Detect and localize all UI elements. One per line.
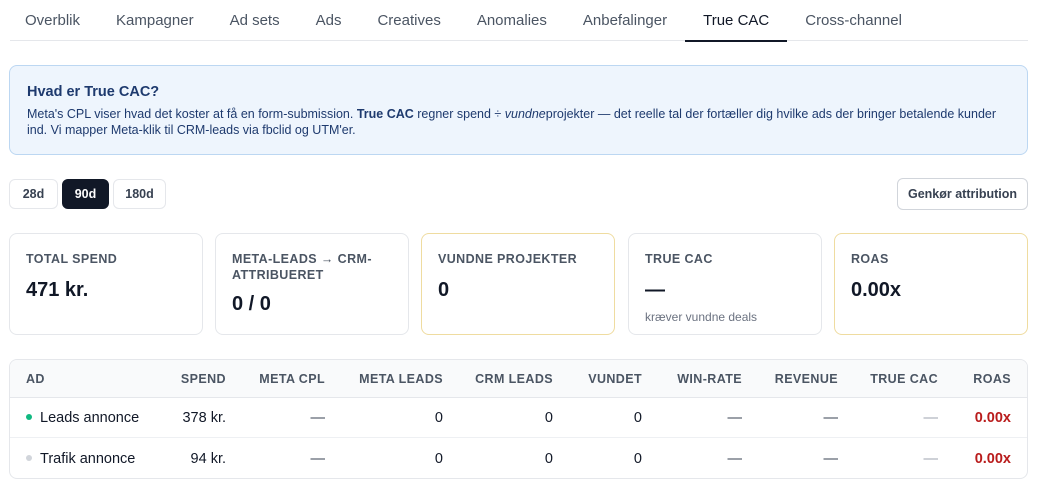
status-dot-icon — [26, 414, 32, 421]
vundet-cell: 0 — [633, 410, 642, 426]
tab-kampagner[interactable]: Kampagner — [98, 0, 212, 41]
column-header-meta-leads[interactable]: META LEADS — [359, 372, 443, 386]
range-selector: 28d 90d 180d — [9, 179, 166, 209]
card-value: — — [645, 279, 665, 301]
spend-cell: 94 kr. — [190, 451, 226, 467]
column-header-meta-cpl[interactable]: META CPL — [259, 372, 325, 386]
meta-leads-cell: 0 — [434, 451, 443, 467]
column-header-ad[interactable]: AD — [26, 372, 45, 386]
info-box: Hvad er True CAC? Meta's CPL viser hvad … — [9, 65, 1028, 155]
card-value: 471 kr. — [26, 279, 89, 301]
info-text-italic: vundne — [504, 107, 546, 121]
range-90d-button[interactable]: 90d — [62, 179, 109, 209]
status-dot-icon — [26, 455, 32, 462]
card-value: 0 / 0 — [232, 293, 271, 315]
roas-cell: 0.00x — [974, 451, 1011, 467]
ads-table: AD SPEND META CPL META LEADS CRM LEADS V… — [9, 359, 1028, 479]
crm-leads-cell: 0 — [544, 410, 553, 426]
table-row[interactable]: Trafik annonce 94 kr. — 0 0 0 — — — 0.00… — [10, 439, 1027, 478]
column-header-spend[interactable]: SPEND — [181, 372, 226, 386]
column-header-true-cac[interactable]: TRUE CAC — [870, 372, 938, 386]
card-true-cac: TRUE CAC — kræver vundne deals — [628, 233, 822, 335]
revenue-cell: — — [823, 451, 839, 467]
tab-overblik[interactable]: Overblik — [10, 0, 98, 41]
tab-ad-sets[interactable]: Ad sets — [212, 0, 298, 41]
ad-name: Leads annonce — [40, 410, 140, 426]
card-roas: ROAS 0.00x — [834, 233, 1028, 335]
tab-true-cac[interactable]: True CAC — [685, 0, 788, 42]
tab-cross-channel[interactable]: Cross-channel — [787, 0, 920, 41]
card-label: META-LEADS → CRM-ATTRIBUERET — [232, 252, 372, 282]
tab-anomalies[interactable]: Anomalies — [459, 0, 565, 41]
win-rate-cell: — — [727, 410, 743, 426]
meta-cpl-cell: — — [310, 451, 326, 467]
card-value: 0 — [438, 279, 450, 301]
card-label: ROAS — [851, 252, 889, 266]
card-label: VUNDNE PROJEKTER — [438, 252, 578, 266]
column-header-roas[interactable]: ROAS — [973, 372, 1011, 386]
win-rate-cell: — — [727, 451, 743, 467]
card-sub: kræver vundne deals — [645, 310, 758, 324]
ad-name-cell[interactable]: Leads annonce — [26, 410, 139, 426]
column-header-revenue[interactable]: REVENUE — [775, 372, 838, 386]
tab-bar: Overblik Kampagner Ad sets Ads Creatives… — [10, 0, 1028, 42]
range-180d-button[interactable]: 180d — [113, 179, 166, 209]
crm-leads-cell: 0 — [544, 451, 553, 467]
true-cac-cell: — — [923, 451, 939, 467]
card-vundne-projekter: VUNDNE PROJEKTER 0 — [421, 233, 615, 335]
rerun-attribution-button[interactable]: Genkør attribution — [897, 178, 1028, 210]
vundet-cell: 0 — [633, 451, 642, 467]
meta-cpl-cell: — — [310, 410, 326, 426]
info-title: Hvad er True CAC? — [27, 84, 160, 100]
spend-cell: 378 kr. — [182, 410, 226, 426]
info-text: Meta's CPL viser hvad det koster at få e… — [27, 106, 1011, 138]
roas-cell: 0.00x — [974, 410, 1011, 426]
meta-leads-cell: 0 — [434, 410, 443, 426]
table-header: AD SPEND META CPL META LEADS CRM LEADS V… — [10, 360, 1027, 398]
card-label: TOTAL SPEND — [26, 252, 118, 266]
card-value: 0.00x — [851, 279, 902, 301]
column-header-win-rate[interactable]: WIN-RATE — [677, 372, 742, 386]
info-text-part: regner spend ÷ — [413, 107, 505, 121]
info-text-part: Meta's CPL viser hvad det koster at få e… — [27, 107, 357, 121]
true-cac-cell: — — [923, 410, 939, 426]
table-row[interactable]: Leads annonce 378 kr. — 0 0 0 — — — 0.00… — [10, 398, 1027, 438]
tab-ads[interactable]: Ads — [298, 0, 360, 41]
revenue-cell: — — [823, 410, 839, 426]
column-header-vundet[interactable]: VUNDET — [588, 372, 642, 386]
card-meta-leads-crm: META-LEADS → CRM-ATTRIBUERET 0 / 0 — [215, 233, 409, 335]
range-28d-button[interactable]: 28d — [9, 179, 58, 209]
info-text-bold: True CAC — [356, 107, 414, 121]
ad-name-cell[interactable]: Trafik annonce — [26, 451, 135, 467]
tab-creatives[interactable]: Creatives — [359, 0, 458, 41]
card-total-spend: TOTAL SPEND 471 kr. — [9, 233, 203, 335]
card-label: TRUE CAC — [645, 252, 713, 266]
ad-name: Trafik annonce — [40, 451, 136, 467]
column-header-crm-leads[interactable]: CRM LEADS — [475, 372, 553, 386]
tab-anbefalinger[interactable]: Anbefalinger — [565, 0, 685, 41]
